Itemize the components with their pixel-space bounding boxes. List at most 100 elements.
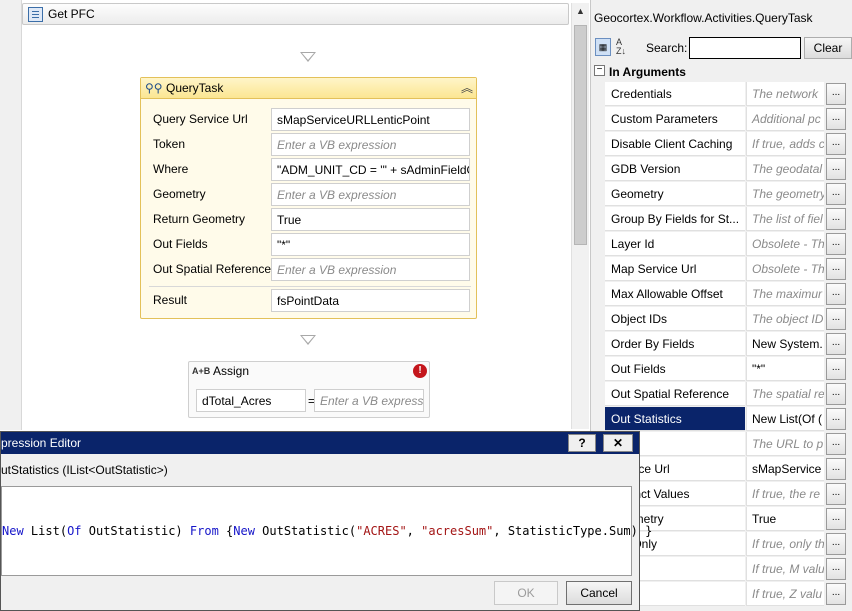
property-value[interactable]: The geometry	[746, 182, 824, 206]
ellipsis-button[interactable]: ...	[826, 333, 846, 355]
property-value[interactable]: Obsolete - Th	[746, 257, 824, 281]
error-icon[interactable]: !	[413, 364, 427, 378]
ellipsis-button[interactable]: ...	[826, 233, 846, 255]
ellipsis-button[interactable]: ...	[826, 258, 846, 280]
property-row[interactable]: Max Allowable Offset The maximur...	[605, 282, 852, 307]
property-value[interactable]: If true, M valu	[746, 557, 824, 581]
argument-field[interactable]: sMapServiceURLLenticPoint	[271, 108, 470, 131]
collapse-icon[interactable]: ︽	[461, 79, 473, 96]
property-value[interactable]: Obsolete - Th	[746, 232, 824, 256]
result-field[interactable]: fsPointData	[271, 289, 470, 312]
argument-field[interactable]: True	[271, 208, 470, 231]
result-label: Result	[153, 293, 188, 307]
argument-field[interactable]: "*"	[271, 233, 470, 256]
property-row[interactable]: Layer Id Obsolete - Th...	[605, 232, 852, 257]
property-value[interactable]: If true, the re	[746, 482, 824, 506]
property-row[interactable]: Custom Parameters Additional pc...	[605, 107, 852, 132]
code-token: Of	[67, 524, 82, 538]
property-row[interactable]: Disable Client Caching If true, adds c...	[605, 132, 852, 157]
category-in-arguments[interactable]: − In Arguments	[591, 62, 852, 82]
ellipsis-button[interactable]: ...	[826, 133, 846, 155]
ellipsis-button[interactable]: ...	[826, 433, 846, 455]
property-row[interactable]: Order By Fields New System....	[605, 332, 852, 357]
property-row[interactable]: Distinct Values If true, the re...	[605, 482, 852, 507]
property-value[interactable]: New List(Of (	[746, 407, 824, 431]
property-name: Credentials	[605, 82, 745, 106]
search-input[interactable]	[689, 37, 801, 59]
help-button[interactable]: ?	[568, 434, 596, 452]
property-row[interactable]: Object IDs The object ID...	[605, 307, 852, 332]
clear-button[interactable]: Clear	[804, 37, 852, 59]
property-value[interactable]: If true, only th	[746, 532, 824, 556]
cancel-button[interactable]: Cancel	[566, 581, 632, 605]
ellipsis-button[interactable]: ...	[826, 358, 846, 380]
ellipsis-button[interactable]: ...	[826, 283, 846, 305]
property-value[interactable]: New System.	[746, 332, 824, 356]
expression-code[interactable]: New List(Of OutStatistic) From {New OutS…	[2, 524, 652, 538]
code-token: OutStatistic)	[81, 524, 190, 538]
sequence-title: Get PFC	[48, 7, 95, 21]
scroll-up-icon[interactable]: ▲	[572, 3, 589, 20]
close-button[interactable]: ✕	[603, 434, 633, 452]
property-value[interactable]: The maximur	[746, 282, 824, 306]
property-row[interactable]: Out Statistics New List(Of (...	[605, 407, 852, 432]
assign-activity[interactable]: A+B Assign ! dTotal_Acres = Enter a VB e…	[188, 361, 430, 418]
collapse-icon[interactable]: −	[594, 65, 605, 76]
assign-value-field[interactable]: Enter a VB expressi	[314, 389, 424, 412]
ellipsis-button[interactable]: ...	[826, 158, 846, 180]
sequence-header[interactable]: Get PFC	[22, 3, 569, 25]
property-row[interactable]: MIf true, M valu...	[605, 557, 852, 582]
querytask-header[interactable]: ⚲⚲ QueryTask ︽	[141, 78, 476, 99]
ellipsis-button[interactable]: ...	[826, 508, 846, 530]
ellipsis-button[interactable]: ...	[826, 83, 846, 105]
property-name: Out Spatial Reference	[605, 382, 745, 406]
ellipsis-button[interactable]: ...	[826, 558, 846, 580]
property-value[interactable]: "*"	[746, 357, 824, 381]
ellipsis-button[interactable]: ...	[826, 208, 846, 230]
querytask-activity[interactable]: ⚲⚲ QueryTask ︽ Query Service Url sMapServ…	[140, 77, 477, 319]
property-value[interactable]: sMapService	[746, 457, 824, 481]
property-row[interactable]: Map Service Url Obsolete - Th...	[605, 257, 852, 282]
argument-field[interactable]: Enter a VB expression	[271, 258, 470, 281]
property-row[interactable]: Credentials The network...	[605, 82, 852, 107]
property-value[interactable]: The object ID	[746, 307, 824, 331]
ellipsis-button[interactable]: ...	[826, 483, 846, 505]
argument-field[interactable]: Enter a VB expression	[271, 183, 470, 206]
property-value[interactable]: If true, adds c	[746, 132, 824, 156]
property-value[interactable]: The network	[746, 82, 824, 106]
scroll-thumb[interactable]	[574, 25, 587, 245]
property-value[interactable]: The URL to p	[746, 432, 824, 456]
property-row[interactable]: Out Spatial Reference The spatial re...	[605, 382, 852, 407]
ellipsis-button[interactable]: ...	[826, 408, 846, 430]
expression-textarea[interactable]: New List(Of OutStatistic) From {New OutS…	[1, 486, 652, 576]
property-value[interactable]: Additional pc	[746, 107, 824, 131]
ellipsis-button[interactable]: ...	[826, 308, 846, 330]
divider	[149, 286, 471, 287]
argument-field[interactable]: "ADM_UNIT_CD = '" + sAdminFieldO	[271, 158, 470, 181]
ellipsis-button[interactable]: ...	[826, 383, 846, 405]
property-value[interactable]: The list of fiel	[746, 207, 824, 231]
ellipsis-button[interactable]: ...	[826, 533, 846, 555]
property-row[interactable]: Out Fields "*"...	[605, 357, 852, 382]
categorize-icon[interactable]: ▦	[595, 38, 611, 56]
property-row[interactable]: UrlThe URL to p...	[605, 432, 852, 457]
designer-scrollbar[interactable]: ▲	[571, 3, 589, 429]
property-row[interactable]: Group By Fields for St... The list of fie…	[605, 207, 852, 232]
dialog-titlebar[interactable]: pression Editor ? ✕	[1, 432, 639, 454]
property-row[interactable]: ZIf true, Z valu...	[605, 582, 852, 607]
property-value[interactable]: The spatial re	[746, 382, 824, 406]
assign-to-field[interactable]: dTotal_Acres	[196, 389, 306, 412]
property-value[interactable]: If true, Z valu	[746, 582, 824, 606]
property-value[interactable]: True	[746, 507, 824, 531]
ellipsis-button[interactable]: ...	[826, 458, 846, 480]
property-row[interactable]: Service Url sMapService...	[605, 457, 852, 482]
property-value[interactable]: The geodatal	[746, 157, 824, 181]
ellipsis-button[interactable]: ...	[826, 108, 846, 130]
ellipsis-button[interactable]: ...	[826, 183, 846, 205]
property-row[interactable]: GDB Version The geodatal...	[605, 157, 852, 182]
argument-field[interactable]: Enter a VB expression	[271, 133, 470, 156]
property-row[interactable]: Geometry The geometry...	[605, 182, 852, 207]
ok-button[interactable]: OK	[494, 581, 558, 605]
sort-alpha-icon[interactable]: A Z↓	[616, 38, 634, 56]
ellipsis-button[interactable]: ...	[826, 583, 846, 605]
